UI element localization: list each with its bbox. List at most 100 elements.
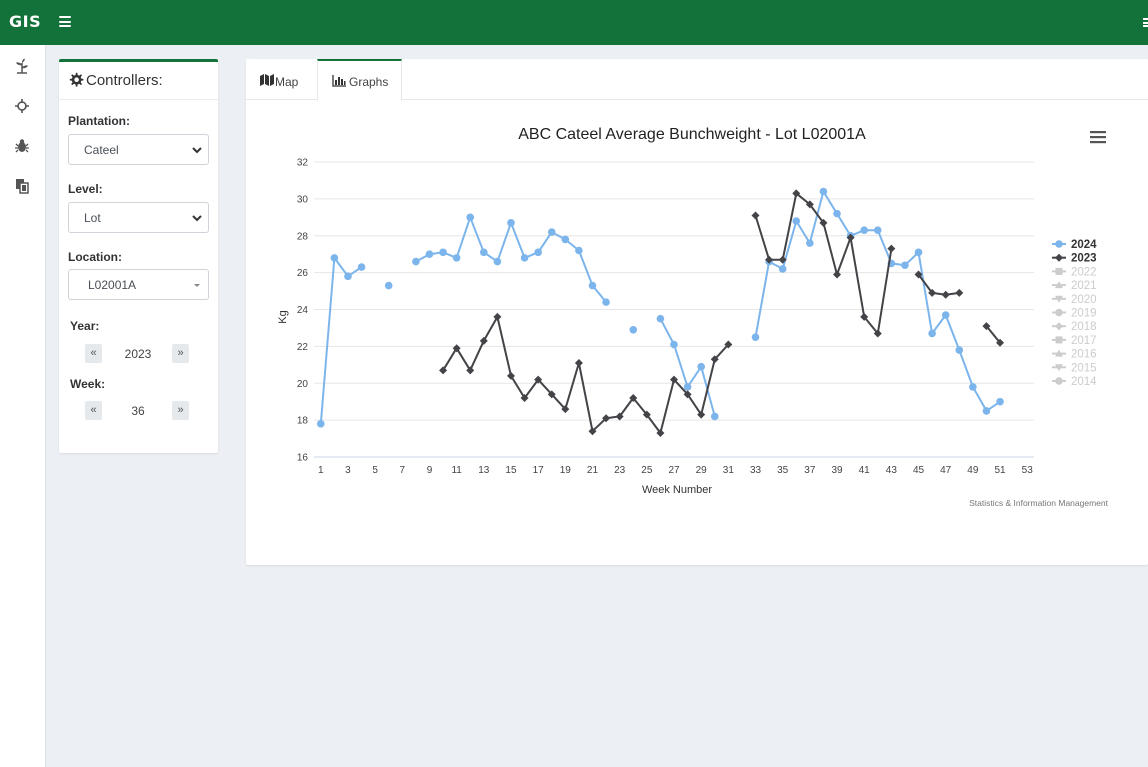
- y-tick-label: 22: [297, 342, 309, 353]
- data-point: [792, 217, 801, 225]
- chart-legend: 2024202320222021202020192018201720162015…: [1052, 239, 1097, 388]
- crosshair-icon[interactable]: [13, 97, 31, 115]
- data-point: [574, 358, 583, 367]
- data-point: [575, 246, 583, 255]
- x-tick-label: 49: [967, 465, 979, 476]
- data-point: [941, 311, 950, 319]
- y-tick-label: 18: [297, 416, 309, 427]
- legend-marker: [1055, 240, 1063, 248]
- chart-grid: [314, 161, 1034, 458]
- chevron-down-icon: [192, 215, 202, 222]
- copy-icon[interactable]: [13, 177, 31, 195]
- year-stepper: « 2023 »: [85, 344, 191, 364]
- data-point: [901, 261, 909, 270]
- data-point: [480, 248, 488, 257]
- top-navbar: GIS: [0, 0, 1148, 45]
- data-point: [561, 235, 570, 244]
- legend-item-2019[interactable]: 2019: [1052, 308, 1097, 320]
- data-point: [833, 270, 842, 279]
- legend-label: 2022: [1071, 266, 1097, 278]
- series-2023: [439, 189, 1005, 438]
- week-next-button[interactable]: »: [172, 401, 189, 420]
- y-axis-title: Kg: [277, 310, 289, 323]
- chart-title: ABC Cateel Average Bunchweight - Lot L02…: [518, 126, 866, 143]
- x-tick-label: 13: [478, 465, 490, 476]
- legend-item-2022[interactable]: 2022: [1052, 266, 1097, 278]
- x-tick-label: 37: [804, 465, 816, 476]
- legend-label: 2019: [1071, 308, 1097, 320]
- legend-label: 2024: [1071, 239, 1097, 251]
- app-brand[interactable]: GIS: [9, 12, 41, 31]
- data-point: [493, 257, 502, 266]
- legend-label: 2014: [1071, 376, 1097, 388]
- x-tick-label: 41: [859, 465, 871, 476]
- location-label: Location:: [68, 250, 122, 264]
- data-point: [955, 346, 964, 354]
- data-point: [588, 281, 597, 290]
- data-point: [520, 254, 529, 262]
- legend-item-2014[interactable]: 2014: [1052, 376, 1097, 388]
- data-point: [479, 336, 488, 345]
- right-menu-icon[interactable]: [1143, 18, 1148, 27]
- legend-marker: [1055, 322, 1063, 331]
- sidebar: [0, 45, 46, 767]
- data-point: [425, 250, 434, 258]
- year-next-button[interactable]: »: [172, 344, 189, 363]
- legend-item-2023[interactable]: 2023: [1052, 253, 1097, 265]
- legend-item-2024[interactable]: 2024: [1052, 239, 1097, 251]
- data-point: [982, 407, 991, 415]
- data-point: [996, 397, 1004, 406]
- legend-item-2018[interactable]: 2018: [1052, 321, 1097, 333]
- data-point: [833, 209, 841, 218]
- x-tick-label: 3: [345, 465, 351, 476]
- legend-item-2017[interactable]: 2017: [1052, 335, 1097, 347]
- menu-toggle-icon[interactable]: [59, 16, 71, 27]
- location-value: L02001A: [88, 278, 137, 292]
- legend-item-2015[interactable]: 2015: [1052, 362, 1097, 374]
- legend-marker: [1055, 267, 1063, 275]
- x-tick-label: 19: [560, 465, 572, 476]
- legend-label: 2016: [1071, 349, 1097, 361]
- data-point: [602, 298, 610, 306]
- year-value: 2023: [124, 347, 152, 361]
- week-value: 36: [131, 404, 145, 418]
- plantation-select[interactable]: Cateel: [68, 134, 209, 165]
- legend-label: 2015: [1071, 362, 1097, 374]
- location-select[interactable]: L02001A: [68, 269, 209, 300]
- y-tick-label: 32: [297, 158, 309, 169]
- legend-marker: [1055, 253, 1063, 262]
- legend-label: 2017: [1071, 335, 1097, 347]
- data-point: [670, 340, 678, 349]
- plantation-value: Cateel: [84, 143, 119, 157]
- data-point: [806, 239, 814, 247]
- bunchweight-chart: ABC Cateel Average Bunchweight - Lot L02…: [277, 126, 1109, 508]
- data-point: [412, 257, 420, 266]
- legend-item-2021[interactable]: 2021: [1052, 280, 1097, 292]
- data-point: [534, 248, 542, 257]
- year-prev-button[interactable]: «: [85, 344, 102, 363]
- gear-icon: [69, 72, 84, 87]
- legend-label: 2021: [1071, 280, 1097, 292]
- x-tick-label: 17: [533, 465, 545, 476]
- legend-item-2020[interactable]: 2020: [1052, 294, 1097, 306]
- level-label: Level:: [68, 182, 103, 196]
- bug-icon[interactable]: [13, 137, 31, 155]
- week-stepper: « 36 »: [85, 401, 191, 421]
- plant-icon[interactable]: [13, 57, 31, 75]
- y-tick-label: 26: [297, 268, 309, 279]
- plantation-label: Plantation:: [68, 114, 130, 128]
- week-label: Week:: [70, 377, 106, 391]
- legend-marker: [1055, 377, 1063, 385]
- legend-item-2016[interactable]: 2016: [1052, 349, 1097, 361]
- chart-menu-icon[interactable]: [1090, 131, 1106, 144]
- data-point: [955, 288, 964, 297]
- level-value: Lot: [84, 211, 101, 225]
- data-point: [778, 265, 787, 273]
- data-point: [316, 420, 325, 428]
- legend-label: 2023: [1071, 253, 1097, 265]
- graph-panel: Map Graphs ABC Cateel Average Bunchweigh…: [246, 59, 1148, 565]
- data-point: [914, 248, 923, 257]
- week-prev-button[interactable]: «: [85, 401, 102, 420]
- x-tick-label: 7: [400, 465, 406, 476]
- level-select[interactable]: Lot: [68, 202, 209, 233]
